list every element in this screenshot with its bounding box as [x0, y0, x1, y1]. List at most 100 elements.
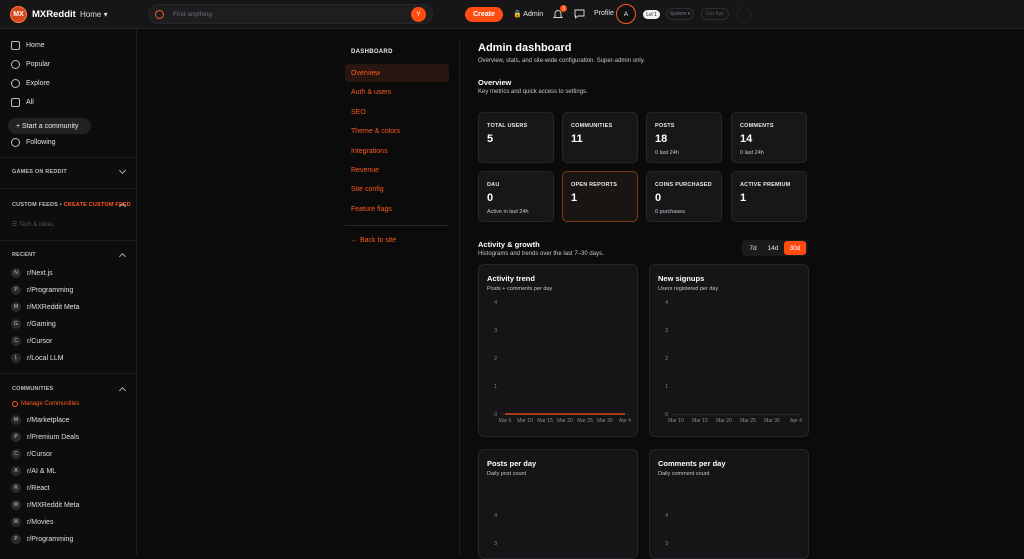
profile-link[interactable]: Profile	[594, 10, 614, 17]
stat-card-posts[interactable]: POSTS 18 0 last 24h	[646, 112, 722, 163]
popular-icon	[11, 60, 20, 69]
chevron-down-icon[interactable]	[118, 166, 127, 175]
sidebar-item-all[interactable]: All	[11, 98, 34, 107]
sidebar-item-explore[interactable]: Explore	[11, 79, 50, 88]
page-title: Admin dashboard	[478, 42, 572, 54]
x-tick-label: Mar 25	[740, 418, 756, 424]
community-name: r/Programming	[27, 535, 74, 543]
divider	[459, 40, 460, 555]
start-community-button[interactable]: + Start a community	[8, 118, 91, 134]
stat-card-active-premium[interactable]: ACTIVE PREMIUM 1	[731, 171, 807, 222]
recent-item[interactable]: Mr/MXReddit Meta	[11, 302, 80, 312]
home-dropdown[interactable]: Home ▾	[80, 10, 108, 19]
recent-item[interactable]: Lr/Local LLM	[11, 353, 64, 363]
community-item[interactable]: Ar/AI & ML	[11, 466, 56, 476]
overview-title: Overview	[478, 78, 512, 87]
chart-subtitle: Posts + comments per day	[487, 286, 553, 292]
y-tick-label: 1	[665, 384, 668, 390]
more-button[interactable]	[736, 7, 751, 22]
chevron-up-icon[interactable]	[118, 386, 127, 395]
community-item[interactable]: Mr/MXReddit Meta	[11, 500, 80, 510]
community-avatar: C	[11, 336, 21, 346]
search-input[interactable]: Find anything	[173, 11, 212, 18]
range-30d-button[interactable]: 30d	[784, 241, 806, 255]
stat-card-open-reports[interactable]: OPEN REPORTS 1	[562, 171, 638, 222]
stat-label: TOTAL USERS	[487, 123, 528, 129]
stat-value: 14	[740, 133, 753, 145]
community-item[interactable]: Mr/Movies	[11, 517, 53, 527]
community-avatar: M	[11, 415, 21, 425]
recent-header: RECENT	[12, 252, 36, 258]
community-item[interactable]: Pr/Premium Deals	[11, 432, 79, 442]
avatar[interactable]: A	[616, 4, 636, 24]
create-button[interactable]: Create	[465, 7, 503, 22]
subnav-title: DASHBOARD	[351, 49, 393, 55]
range-14d-button[interactable]: 14d	[763, 241, 783, 255]
back-to-site-link[interactable]: ← Back to site	[351, 237, 396, 244]
community-item[interactable]: Cr/Cursor	[11, 449, 52, 459]
community-item[interactable]: Rr/React	[11, 483, 50, 493]
community-avatar: M	[11, 500, 21, 510]
chat-icon[interactable]	[574, 9, 585, 19]
x-tick-label: Mar 25	[577, 418, 593, 424]
stat-card-communities[interactable]: COMMUNITIES 11	[562, 112, 638, 163]
brand-name[interactable]: MXReddit	[32, 9, 76, 20]
subnav-revenue[interactable]: Revenue	[345, 161, 449, 179]
custom-feeds-header: CUSTOM FEEDS • CREATE CUSTOM FEED	[12, 202, 131, 208]
logo-icon[interactable]: MX	[10, 6, 27, 23]
stat-card-total-users[interactable]: TOTAL USERS 5	[478, 112, 554, 163]
community-name: r/MXReddit Meta	[27, 501, 80, 509]
get-app-button[interactable]: Get App	[701, 8, 729, 20]
chart-title: New signups	[658, 274, 705, 283]
stat-label: COMMUNITIES	[571, 123, 613, 129]
search-bar[interactable]: Find anything Y	[148, 4, 433, 24]
divider	[0, 188, 136, 189]
subnav-site-config[interactable]: Site config	[345, 180, 449, 198]
community-item[interactable]: Pr/Programming	[11, 534, 73, 544]
custom-feeds-label: CUSTOM FEEDS •	[12, 202, 62, 208]
manage-communities-link[interactable]: Manage Communities	[12, 401, 79, 407]
sidebar-item-label: Explore	[26, 80, 50, 87]
subnav-auth-users[interactable]: Auth & users	[345, 83, 449, 101]
subnav-seo[interactable]: SEO	[345, 103, 449, 121]
y-tick-label: 4	[494, 513, 497, 519]
community-avatar: N	[11, 268, 21, 278]
stat-card-coins-purchased[interactable]: COINS PURCHASED 0 0 purchases	[646, 171, 722, 222]
notification-badge: 3	[560, 5, 567, 12]
recent-item[interactable]: Nr/Next.js	[11, 268, 53, 278]
subnav-theme-colors[interactable]: Theme & colors	[345, 122, 449, 140]
x-tick-label: Mar 20	[716, 418, 732, 424]
community-avatar: G	[11, 319, 21, 329]
stat-value: 1	[571, 192, 578, 204]
stat-label: ACTIVE PREMIUM	[740, 182, 791, 188]
recent-item[interactable]: Gr/Gaming	[11, 319, 56, 329]
x-tick-label: Mar 30	[764, 418, 780, 424]
system-dropdown[interactable]: System ▾	[666, 8, 694, 20]
page-subtitle: Overview, stats, and site-wide configura…	[478, 58, 645, 64]
admin-link[interactable]: 🔒 Admin	[513, 10, 543, 18]
community-avatar: P	[11, 285, 21, 295]
chevron-up-icon[interactable]	[118, 252, 127, 261]
games-header[interactable]: GAMES ON REDDIT	[12, 169, 67, 175]
subnav-feature-flags[interactable]: Feature flags	[345, 200, 449, 218]
community-avatar: M	[11, 302, 21, 312]
search-assist-button[interactable]: Y	[411, 7, 426, 22]
recent-item[interactable]: Pr/Programming	[11, 285, 73, 295]
following-icon	[11, 138, 20, 147]
y-tick-label: 3	[665, 328, 668, 334]
recent-item[interactable]: Cr/Cursor	[11, 336, 52, 346]
range-7d-button[interactable]: 7d	[744, 241, 762, 255]
stat-value: 18	[655, 133, 668, 145]
sidebar-item-following[interactable]: Following	[11, 138, 56, 147]
custom-feed-item[interactable]: ☰ Tech & Ideas	[12, 221, 54, 228]
stat-card-dau[interactable]: DAU 0 Active in last 24h	[478, 171, 554, 222]
community-item[interactable]: Mr/Marketplace	[11, 415, 69, 425]
x-tick-label: Mar 10	[668, 418, 684, 424]
sidebar-item-popular[interactable]: Popular	[11, 60, 50, 69]
divider	[345, 225, 449, 226]
stat-card-comments[interactable]: COMMENTS 14 0 last 24h	[731, 112, 807, 163]
sidebar-item-home[interactable]: Home	[11, 41, 45, 50]
x-tick-label: Apr 4	[790, 418, 802, 424]
subnav-integrations[interactable]: Integrations	[345, 142, 449, 160]
subnav-overview[interactable]: Overview	[345, 64, 449, 82]
